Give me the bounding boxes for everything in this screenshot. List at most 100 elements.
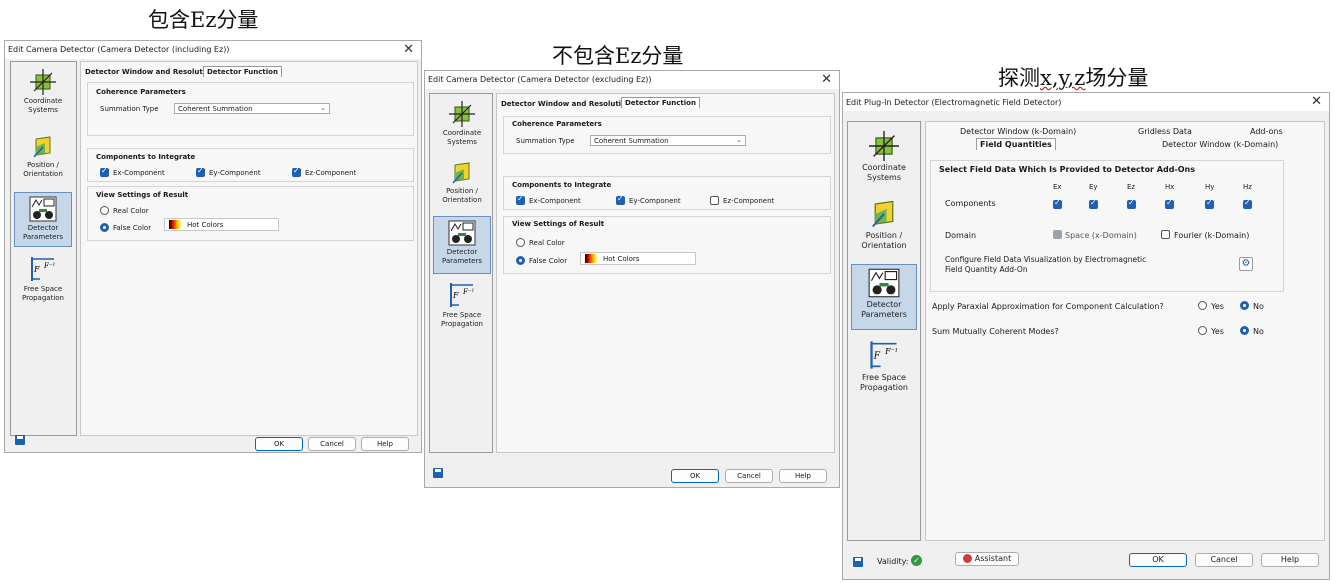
sidebar-item-coordinate-systems[interactable]: Coordinate Systems	[851, 128, 917, 192]
sidebar-label-position-orientation: Position / Orientation	[23, 161, 63, 178]
ok-button[interactable]: OK	[1129, 553, 1187, 567]
sidebar-label-position-orientation: Position / Orientation	[861, 231, 907, 250]
sidebar-label-position-orientation: Position / Orientation	[442, 187, 482, 204]
paraxial-yes-radio[interactable]	[1198, 301, 1207, 310]
title-bar: Edit Camera Detector (Camera Detector (i…	[5, 41, 421, 59]
comp-header-ez: Ez	[1127, 183, 1136, 191]
position-orientation-icon	[872, 200, 894, 228]
false-color-radio[interactable]	[100, 223, 109, 232]
hz-checkbox[interactable]	[1243, 198, 1252, 209]
coherent-no-radio[interactable]	[1240, 326, 1249, 335]
cancel-button[interactable]: Cancel	[1195, 553, 1253, 567]
summation-type-select[interactable]: Coherent Summation ⌄	[590, 135, 746, 146]
tab-detector-window-k-domain[interactable]: Detector Window (k-Domain)	[960, 127, 1076, 136]
hx-checkbox[interactable]	[1165, 198, 1174, 209]
save-icon[interactable]	[15, 435, 25, 445]
ez-component-label: Ez-Component	[723, 197, 775, 205]
real-color-radio[interactable]	[516, 238, 525, 247]
ok-button[interactable]: OK	[671, 469, 719, 483]
sidebar: Coordinate Systems Position / Orientatio…	[847, 121, 921, 541]
real-color-label: Real Color	[113, 207, 149, 215]
detector-parameters-icon	[29, 196, 57, 222]
validity-label: Validity:	[877, 557, 909, 566]
ok-button[interactable]: OK	[255, 437, 303, 451]
tab-field-quantities[interactable]: Field Quantities	[976, 138, 1056, 150]
sidebar-item-detector-parameters[interactable]: Detector Parameters	[851, 264, 917, 330]
ex-component-checkbox[interactable]	[516, 194, 525, 205]
tab-gridless-data[interactable]: Gridless Data	[1138, 127, 1192, 136]
sidebar-item-detector-parameters[interactable]: Detector Parameters	[14, 192, 72, 247]
help-button[interactable]: Help	[779, 469, 827, 483]
tab-detector-window-k-domain-2[interactable]: Detector Window (k-Domain)	[1162, 140, 1278, 149]
tab-detector-function[interactable]: Detector Function	[621, 97, 700, 108]
space-domain-checkbox[interactable]	[1053, 230, 1062, 239]
cancel-button[interactable]: Cancel	[725, 469, 773, 483]
gear-icon[interactable]: ⚙	[1239, 257, 1253, 271]
colormap-select[interactable]: Hot Colors	[580, 252, 696, 265]
ex-checkbox[interactable]	[1053, 198, 1062, 209]
caption-excluding-ez: 不包含Ez分量	[552, 44, 684, 68]
cancel-button[interactable]: Cancel	[308, 437, 356, 451]
hot-colors-swatch	[585, 254, 597, 263]
colormap-select[interactable]: Hot Colors	[164, 218, 279, 231]
paraxial-no-radio[interactable]	[1240, 301, 1249, 310]
false-color-radio[interactable]	[516, 256, 525, 265]
sidebar-item-position-orientation[interactable]: Position / Orientation	[433, 158, 491, 214]
summation-type-select[interactable]: Coherent Summation ⌄	[174, 103, 330, 114]
group-view-settings: View Settings of Result Real Color False…	[503, 216, 831, 274]
configure-visualization-text: Configure Field Data Visualization by El…	[945, 255, 1147, 274]
window-title: Edit Camera Detector (Camera Detector (e…	[428, 75, 652, 84]
help-button[interactable]: Help	[1261, 553, 1319, 567]
caption-xyz-underlined: x,y,z	[1040, 66, 1086, 90]
sidebar-label-free-space-propagation: Free Space Propagation	[860, 373, 908, 392]
tab-detector-function[interactable]: Detector Function	[203, 66, 282, 77]
tab-detector-window-resolution[interactable]: Detector Window and Resolution	[501, 100, 631, 108]
colormap-value: Hot Colors	[603, 255, 640, 263]
svg-text:F: F	[873, 351, 881, 361]
ey-checkbox[interactable]	[1089, 198, 1098, 209]
help-button[interactable]: Help	[361, 437, 409, 451]
ez-component-checkbox[interactable]	[710, 196, 719, 205]
paraxial-approximation-question: Apply Paraxial Approximation for Compone…	[932, 302, 1164, 311]
ez-component-checkbox[interactable]	[292, 166, 301, 177]
coherent-yes-radio[interactable]	[1198, 326, 1207, 335]
tab-detector-window-resolution[interactable]: Detector Window and Resolution	[85, 68, 215, 76]
window-title: Edit Camera Detector (Camera Detector (i…	[8, 45, 230, 54]
summation-type-label: Summation Type	[100, 105, 159, 113]
sidebar-item-free-space-propagation[interactable]: F F⁻¹ Free Space Propagation	[433, 278, 491, 340]
sidebar-item-coordinate-systems[interactable]: Coordinate Systems	[14, 66, 72, 126]
svg-text:F⁻¹: F⁻¹	[884, 347, 898, 356]
dialog-plugin-detector-em-field: Edit Plug-In Detector (Electromagnetic F…	[842, 92, 1330, 580]
sidebar-item-free-space-propagation[interactable]: F F⁻¹ Free Space Propagation	[851, 336, 917, 402]
save-icon[interactable]	[853, 557, 863, 567]
caption-including-ez: 包含Ez分量	[148, 8, 259, 32]
group-title-view-settings: View Settings of Result	[512, 220, 605, 228]
ez-checkbox[interactable]	[1127, 198, 1136, 209]
real-color-radio[interactable]	[100, 206, 109, 215]
ex-component-label: Ex-Component	[113, 169, 165, 177]
close-icon[interactable]: ✕	[403, 42, 414, 57]
sidebar-label-detector-parameters: Detector Parameters	[22, 224, 64, 241]
tab-add-ons[interactable]: Add-ons	[1250, 127, 1283, 136]
ex-component-checkbox[interactable]	[100, 166, 109, 177]
validity-ok-icon: ✓	[911, 555, 922, 566]
fourier-domain-checkbox[interactable]	[1161, 230, 1170, 239]
group-select-field-data: Select Field Data Which Is Provided to D…	[930, 160, 1284, 292]
group-title-view-settings: View Settings of Result	[96, 191, 189, 199]
close-icon[interactable]: ✕	[821, 72, 832, 87]
sidebar-item-free-space-propagation[interactable]: F F⁻¹ Free Space Propagation	[14, 252, 72, 314]
group-title-coherence: Coherence Parameters	[512, 120, 602, 128]
svg-text:F⁻¹: F⁻¹	[43, 262, 56, 270]
close-icon[interactable]: ✕	[1311, 94, 1322, 109]
sidebar-item-detector-parameters[interactable]: Detector Parameters	[433, 216, 491, 274]
false-color-label: False Color	[529, 257, 568, 265]
sidebar-item-position-orientation[interactable]: Position / Orientation	[851, 196, 917, 258]
hy-checkbox[interactable]	[1205, 198, 1214, 209]
ey-component-checkbox[interactable]	[196, 166, 205, 177]
assistant-button[interactable]: Assistant	[955, 552, 1019, 566]
save-icon[interactable]	[433, 468, 443, 478]
group-title-components: Components to Integrate	[512, 181, 612, 189]
sidebar-item-coordinate-systems[interactable]: Coordinate Systems	[433, 98, 491, 156]
sidebar-item-position-orientation[interactable]: Position / Orientation	[14, 132, 72, 187]
ey-component-checkbox[interactable]	[616, 194, 625, 205]
